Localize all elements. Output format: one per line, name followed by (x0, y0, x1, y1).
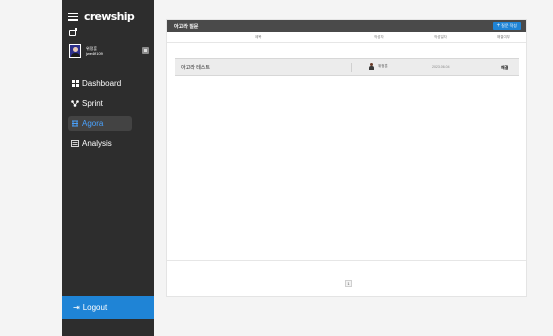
sidebar-item-analysis[interactable]: Analysis (68, 136, 150, 151)
logout-label: Logout (82, 303, 108, 312)
row-title[interactable]: 아고라 테스트 (181, 64, 210, 71)
sidebar-item-dashboard[interactable]: Dashboard (68, 76, 150, 91)
page-title: 아고라 질문 (174, 23, 199, 30)
analysis-icon (71, 140, 79, 147)
column-header-title: 제목 (255, 34, 262, 39)
profile-settings-button[interactable] (142, 47, 149, 54)
sidebar-item-agora[interactable]: Agora (68, 116, 132, 131)
row-author: 위정훈 (369, 63, 388, 70)
agora-panel: 아고라 질문 + 질문 작성 제목 작성자 작성일자 해결여부 아고라 테스트 … (166, 19, 527, 297)
sidebar-item-label: Analysis (82, 139, 112, 148)
avatar (69, 44, 81, 58)
sidebar-footer (62, 319, 154, 336)
sidebar-item-label: Dashboard (82, 79, 122, 88)
write-question-label: 질문 작성 (501, 23, 517, 28)
column-header-author: 작성자 (374, 34, 384, 39)
brand: crewship (68, 10, 135, 23)
table-header: 제목 작성자 작성일자 해결여부 (167, 32, 526, 43)
write-question-button[interactable]: + 질문 작성 (492, 22, 521, 30)
pagination-page-1[interactable]: 1 (345, 280, 352, 287)
sidebar-item-label: Agora (82, 119, 104, 128)
column-header-date: 작성일자 (434, 34, 447, 39)
edit-icon[interactable] (69, 28, 77, 36)
sprint-icon (71, 100, 79, 107)
plus-icon: + (496, 23, 501, 29)
grid-icon (71, 80, 79, 87)
user-profile: 위정훈 jwe4fl109 (69, 43, 151, 59)
brand-logo[interactable]: crewship (84, 10, 135, 23)
profile-id: jwe4fl109 (86, 51, 103, 56)
agora-icon (71, 120, 79, 127)
sidebar-item-sprint[interactable]: Sprint (68, 96, 150, 111)
divider (351, 63, 352, 72)
table-row[interactable]: 아고라 테스트 위정훈 2023.06.04 해결 (175, 58, 519, 76)
row-status: 해결 (501, 65, 509, 70)
sidebar-nav: Dashboard Sprint Agora Analysis (68, 76, 150, 156)
row-date: 2023.06.04 (432, 65, 450, 69)
sidebar-item-label: Sprint (82, 99, 103, 108)
panel-header: 아고라 질문 + 질문 작성 (167, 20, 526, 32)
column-header-status: 해결여부 (497, 34, 510, 39)
logout-button[interactable]: ⇥ Logout (62, 296, 154, 319)
divider (167, 260, 526, 261)
sidebar: crewship 위정훈 jwe4fl109 Dashboard Sprint … (62, 0, 154, 336)
hamburger-menu-icon[interactable] (68, 12, 78, 21)
logout-icon: ⇥ (73, 303, 80, 312)
author-avatar (369, 63, 374, 70)
